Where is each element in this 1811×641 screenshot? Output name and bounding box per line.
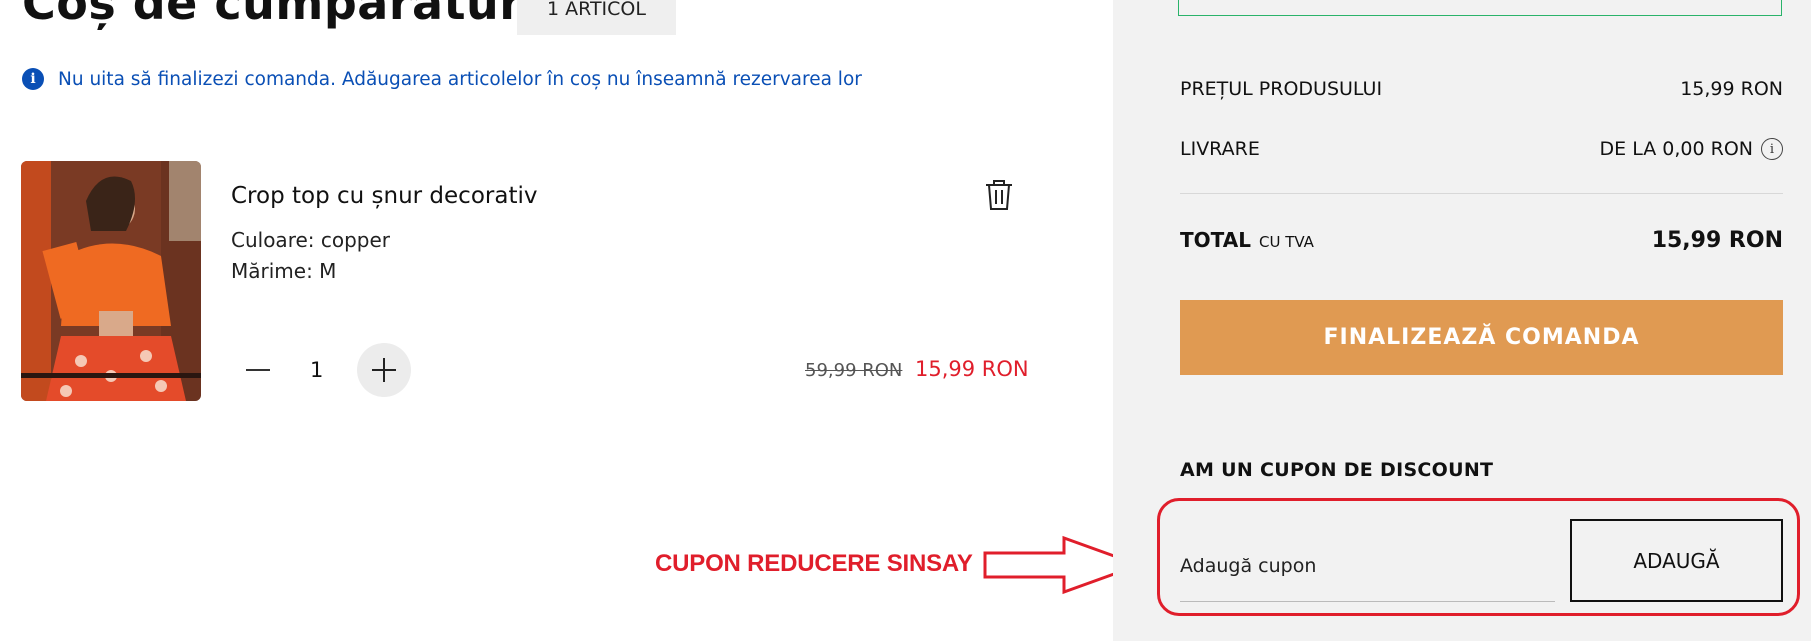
- cart-notice: i Nu uita să finalizezi comanda. Adăugar…: [22, 68, 862, 90]
- quantity-decrease-button[interactable]: [243, 355, 273, 385]
- old-price: 59,99 RON: [805, 360, 903, 381]
- notice-box-edge: [1178, 0, 1782, 16]
- product-color: Culoare: copper: [231, 228, 391, 252]
- product-price-value: 15,99 RON: [1680, 78, 1783, 100]
- delivery-row: LIVRARE DE LA 0,00 RON i: [1180, 138, 1783, 160]
- quantity-increase-button[interactable]: [357, 343, 411, 397]
- summary-divider: [1180, 193, 1783, 194]
- delivery-value: DE LA 0,00 RON: [1599, 138, 1753, 160]
- item-count-badge: 1 ARTICOL: [517, 0, 676, 35]
- product-name[interactable]: Crop top cu șnur decorativ: [231, 183, 537, 209]
- product-price-label: PREȚUL PRODUSULUI: [1180, 78, 1383, 100]
- cart-notice-text: Nu uita să finalizezi comanda. Adăugarea…: [58, 68, 862, 90]
- product-image[interactable]: [21, 161, 201, 401]
- info-icon: i: [22, 68, 44, 90]
- delivery-value-group: DE LA 0,00 RON i: [1600, 138, 1783, 160]
- page-title: Coș de cumpărături: [22, 0, 539, 30]
- total-label: TOTAL: [1180, 228, 1251, 252]
- product-size: Mărime: M: [231, 259, 337, 283]
- checkout-button[interactable]: FINALIZEAZĂ COMANDA: [1180, 300, 1783, 375]
- product-price-row: PREȚUL PRODUSULUI 15,99 RON: [1180, 78, 1783, 100]
- total-vat-note: CU TVA: [1258, 233, 1314, 251]
- coupon-heading: AM UN CUPON DE DISCOUNT: [1180, 459, 1494, 481]
- delivery-label: LIVRARE: [1180, 138, 1260, 160]
- delivery-info-icon[interactable]: i: [1761, 138, 1783, 160]
- total-value: 15,99 RON: [1651, 228, 1783, 253]
- quantity-value: 1: [310, 358, 324, 382]
- trash-icon[interactable]: [983, 178, 1015, 212]
- total-row: TOTAL CU TVA 15,99 RON: [1180, 228, 1783, 253]
- coupon-highlight-outline: [1157, 498, 1800, 616]
- coupon-annotation-label: CUPON REDUCERE SINSAY: [655, 550, 973, 577]
- sale-price: 15,99 RON: [915, 357, 1029, 381]
